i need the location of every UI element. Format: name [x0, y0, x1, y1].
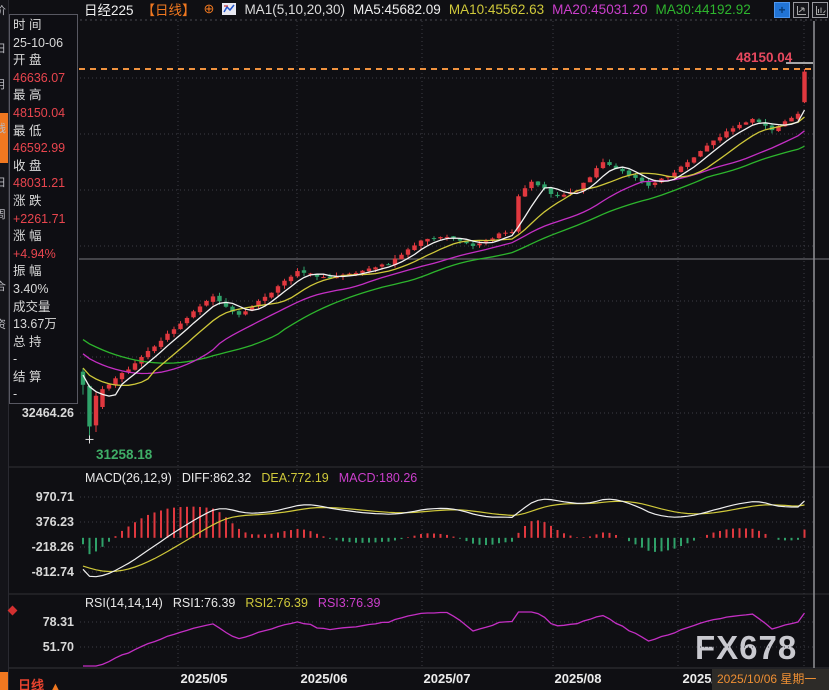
rail-menu-item[interactable]: 合	[0, 280, 9, 296]
quote-field-value: 25-10-06	[13, 35, 77, 53]
x-axis-label: 2025/05	[172, 671, 236, 686]
macd-axis-label: 376.23	[4, 515, 74, 529]
quote-field-value: +4.94%	[13, 246, 77, 264]
macd-pane-header: MACD(26,12,9) DIFF:862.32 DEA:772.19 MAC…	[85, 471, 417, 485]
circle-plus-icon[interactable]: ⊕	[204, 1, 215, 17]
ma-settings-label[interactable]: MA1(5,10,20,30)	[244, 2, 345, 17]
rail-menu-item[interactable]: 价	[0, 4, 9, 20]
macd-diff-value: DIFF:862.32	[182, 471, 251, 485]
quote-field-label: 总 持	[13, 334, 77, 352]
rsi-axis-label: 51.70	[4, 640, 74, 654]
axis-scale-icon[interactable]	[793, 2, 809, 18]
quote-field-value: 48150.04	[13, 105, 77, 123]
ma10-value: MA10:45562.63	[449, 2, 544, 17]
chart-header: 日经225 【日线】 ⊕ MA1(5,10,20,30) MA5:45682.0…	[84, 0, 751, 18]
quote-field-label: 最 低	[13, 123, 77, 141]
rsi-title[interactable]: RSI(14,14,14)	[85, 596, 163, 610]
rsi-axis-label: 78.31	[4, 615, 74, 629]
chart-canvas[interactable]	[0, 0, 829, 690]
date-tooltip: 2025/10/06 星期一	[712, 669, 829, 690]
period-label: 日线	[18, 678, 44, 690]
period-tag[interactable]: 【日线】	[142, 0, 196, 19]
rail-menu-item[interactable]: 资	[0, 318, 9, 334]
toolbar-icons: +	[774, 2, 828, 18]
quote-field-value: 46636.07	[13, 70, 77, 88]
x-axis-label: 2025/06	[292, 671, 356, 686]
x-axis-label: 2025/07	[415, 671, 479, 686]
quote-field-value: 48031.21	[13, 175, 77, 193]
ma30-value: MA30:44192.92	[655, 2, 750, 17]
rsi-pane-header: RSI(14,14,14) RSI1:76.39 RSI2:76.39 RSI3…	[85, 596, 380, 610]
quote-field-value: 13.67万	[13, 316, 77, 334]
ma20-value: MA20:45031.20	[552, 2, 647, 17]
crosshair-icon[interactable]: +	[774, 2, 790, 18]
quote-field-label: 开 盘	[13, 52, 77, 70]
chart-window: FX678 价日月线日周合资 时 间25-10-06开 盘46636.07最 高…	[0, 0, 829, 690]
left-rail-menu[interactable]: 价日月线日周合资	[0, 0, 9, 690]
chart-type-icon[interactable]	[222, 3, 236, 15]
quote-field-value: 3.40%	[13, 281, 77, 299]
macd-title[interactable]: MACD(26,12,9)	[85, 471, 172, 485]
macd-axis-label: -218.26	[4, 540, 74, 554]
price-axis-label: 32464.26	[4, 406, 74, 420]
rsi2-value: RSI2:76.39	[245, 596, 308, 610]
quote-field-value: 46592.99	[13, 140, 77, 158]
rail-menu-item[interactable]: 日	[0, 42, 9, 58]
quote-field-label: 振 幅	[13, 263, 77, 281]
macd-axis-label: -812.74	[4, 565, 74, 579]
rail-menu-item[interactable]: 月	[0, 78, 9, 94]
quote-field-label: 最 高	[13, 87, 77, 105]
rail-bottom-item[interactable]	[0, 672, 9, 690]
period-selector[interactable]: 日线 ▲	[18, 675, 61, 690]
x-axis-label: 2025/08	[546, 671, 610, 686]
quote-field-label: 收 盘	[13, 158, 77, 176]
quote-field-label: 涨 幅	[13, 228, 77, 246]
macd-axis-label: 970.71	[4, 490, 74, 504]
quote-field-value: -	[13, 386, 77, 404]
symbol-name[interactable]: 日经225	[84, 0, 134, 19]
triangle-up-icon: ▲	[50, 681, 61, 690]
quote-field-label: 时 间	[13, 17, 77, 35]
quote-field-value: -	[13, 351, 77, 369]
rail-selected-item[interactable]	[0, 113, 9, 163]
chart-low-label: 31258.18	[96, 447, 152, 462]
rail-menu-item[interactable]: 日	[0, 176, 9, 192]
session-high-label: 48150.04	[736, 50, 792, 65]
macd-macd-value: MACD:180.26	[339, 471, 418, 485]
rsi3-value: RSI3:76.39	[318, 596, 381, 610]
quote-sidebar: 时 间25-10-06开 盘46636.07最 高48150.04最 低4659…	[9, 14, 78, 404]
ma5-value: MA5:45682.09	[353, 2, 441, 17]
rail-menu-item[interactable]: 周	[0, 208, 9, 224]
quote-field-label: 成交量	[13, 299, 77, 317]
quote-field-value: +2261.71	[13, 211, 77, 229]
rsi1-value: RSI1:76.39	[173, 596, 236, 610]
macd-dea-value: DEA:772.19	[261, 471, 328, 485]
quote-field-label: 结 算	[13, 369, 77, 387]
panel-layout-icon[interactable]	[812, 2, 828, 18]
quote-field-label: 涨 跌	[13, 193, 77, 211]
rail-menu-item[interactable]: 线	[0, 122, 9, 138]
